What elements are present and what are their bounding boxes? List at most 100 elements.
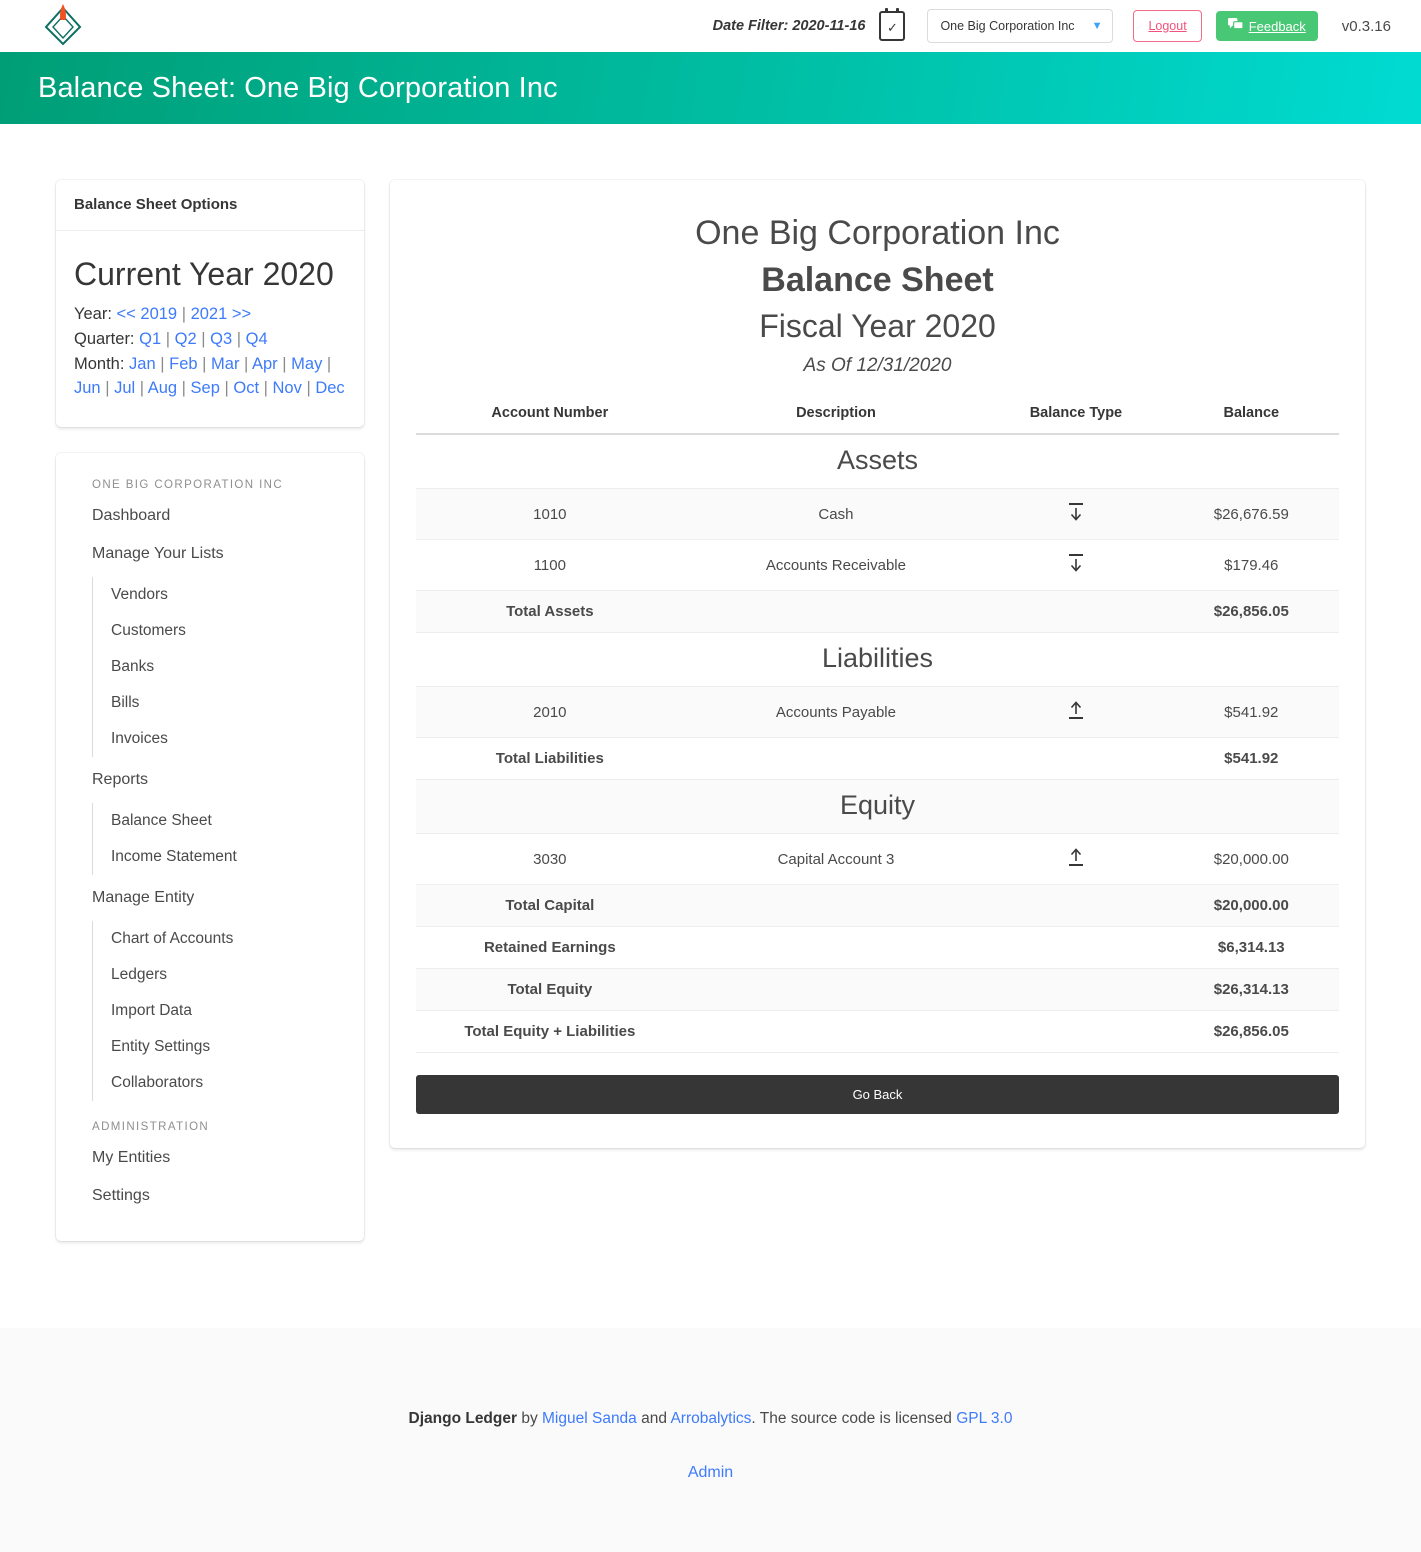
sidebar-submenu-lists: Vendors Customers Banks Bills Invoices	[92, 577, 346, 758]
sidebar-admin-item-wrap: Settings	[74, 1177, 346, 1215]
column-header-account-number: Account Number	[416, 399, 684, 435]
year-row: Year: << 2019 | 2021 >>	[74, 305, 252, 324]
go-back-button[interactable]: Go Back	[416, 1075, 1339, 1114]
column-header-description: Description	[683, 399, 989, 435]
report-fiscal-year: Fiscal Year 2020	[759, 308, 996, 344]
options-card-body: Current Year 2020 Year: << 2019 | 2021 >…	[56, 231, 364, 427]
column-header-balance: Balance	[1163, 399, 1339, 435]
current-year-title: Current Year 2020	[74, 256, 334, 292]
sidebar-subitem-wrap: Income Statement	[93, 839, 346, 875]
date-filter-label: Date Filter: 2020-11-16	[712, 18, 866, 34]
sidebar: Balance Sheet Options Current Year 2020 …	[56, 180, 364, 1242]
month-link-may[interactable]: May	[291, 355, 322, 373]
table-row: 3030 Capital Account 3 $20,000.00	[416, 833, 1339, 885]
month-link-dec[interactable]: Dec	[315, 379, 344, 397]
quarter-link-q3[interactable]: Q3	[210, 330, 232, 348]
month-separator: |	[177, 379, 191, 398]
options-card-header: Balance Sheet Options	[56, 180, 364, 231]
cell-empty	[683, 926, 989, 969]
year-link-next[interactable]: 2021 >>	[191, 305, 252, 323]
logout-button[interactable]: Logout	[1133, 10, 1202, 42]
sidebar-item-chart-of-accounts[interactable]: Chart of Accounts	[93, 921, 346, 957]
sidebar-item-balance-sheet[interactable]: Balance Sheet	[93, 803, 346, 839]
cell-balance: $26,676.59	[1163, 488, 1339, 540]
month-link-mar[interactable]: Mar	[211, 355, 239, 373]
quarter-row: Quarter: Q1 | Q2 | Q3 | Q4	[74, 329, 268, 348]
entity-select[interactable]: One Big Corporation Inc ▼	[927, 9, 1114, 43]
balance-sheet-inner: One Big Corporation Inc Balance Sheet Fi…	[390, 180, 1365, 1148]
page-body: Balance Sheet Options Current Year 2020 …	[0, 124, 1421, 1304]
total-row: Retained Earnings $6,314.13	[416, 926, 1339, 969]
sidebar-submenu-reports: Balance Sheet Income Statement	[92, 803, 346, 876]
footer-license-link[interactable]: GPL 3.0	[956, 1410, 1012, 1427]
sidebar-item-collaborators[interactable]: Collaborators	[93, 1065, 346, 1101]
month-row: Month: Jan | Feb | Mar | Apr | May | Jun…	[74, 352, 346, 402]
section-heading-label: Equity	[416, 779, 1339, 834]
cell-balance: $541.92	[1163, 686, 1339, 738]
month-link-feb[interactable]: Feb	[169, 355, 197, 373]
footer-by: by	[517, 1410, 543, 1427]
month-link-jun[interactable]: Jun	[74, 379, 101, 397]
month-label: Month:	[74, 354, 125, 373]
quarter-label: Quarter:	[74, 329, 135, 348]
month-link-jul[interactable]: Jul	[114, 379, 135, 397]
quarter-link-q2[interactable]: Q2	[175, 330, 197, 348]
report-company-name: One Big Corporation Inc	[695, 214, 1060, 252]
table-body: Assets 1010 Cash $26,676.59 1100 Accounts Rec…	[416, 434, 1339, 1053]
table-row: 1100 Accounts Receivable $179.46	[416, 539, 1339, 591]
quarter-link-q4[interactable]: Q4	[246, 330, 268, 348]
sidebar-item-income-statement[interactable]: Income Statement	[93, 839, 346, 875]
sidebar-item-banks[interactable]: Banks	[93, 649, 346, 685]
sidebar-item-manage-your-lists[interactable]: Manage Your Lists	[74, 535, 346, 573]
sidebar-item-manage-entity[interactable]: Manage Entity	[74, 879, 346, 917]
cell-empty	[988, 737, 1164, 780]
sidebar-item-vendors[interactable]: Vendors	[93, 577, 346, 613]
sidebar-item-my-entities[interactable]: My Entities	[74, 1139, 346, 1177]
report-title: Balance Sheet	[761, 261, 994, 299]
year-link-prev[interactable]: << 2019	[117, 305, 178, 323]
total-row: Total Equity $26,314.13	[416, 968, 1339, 1011]
month-separator: |	[277, 354, 292, 373]
cell-total-label: Total Equity	[416, 968, 684, 1011]
cell-description: Accounts Payable	[683, 686, 989, 738]
page-hero: Balance Sheet: One Big Corporation Inc	[0, 52, 1421, 124]
feedback-button[interactable]: Feedback	[1215, 11, 1318, 41]
cell-empty	[988, 926, 1164, 969]
calendar-check-icon[interactable]: ✓	[879, 8, 906, 41]
arrow-down-bar-debit-icon	[1066, 552, 1086, 574]
brand-logo-link[interactable]	[28, 0, 98, 52]
sidebar-item-customers[interactable]: Customers	[93, 613, 346, 649]
month-link-nov[interactable]: Nov	[273, 379, 302, 397]
cell-total-value: $26,314.13	[1163, 968, 1339, 1011]
month-separator: |	[259, 379, 273, 398]
month-link-oct[interactable]: Oct	[233, 379, 259, 397]
sidebar-item-import-data[interactable]: Import Data	[93, 993, 346, 1029]
month-separator: |	[100, 379, 115, 398]
footer-admin-link[interactable]: Admin	[688, 1464, 733, 1481]
arrow-down-bar-debit-icon	[1066, 501, 1086, 523]
cell-balance-type	[988, 488, 1164, 540]
sidebar-item-reports[interactable]: Reports	[74, 761, 346, 799]
sidebar-item-settings[interactable]: Settings	[74, 1177, 346, 1215]
sidebar-item-entity-settings[interactable]: Entity Settings	[93, 1029, 346, 1065]
sidebar-subitem-wrap: Entity Settings	[93, 1029, 346, 1065]
sidebar-item-dashboard[interactable]: Dashboard	[74, 497, 346, 535]
cell-total-label: Total Equity + Liabilities	[416, 1010, 684, 1053]
table-row: 2010 Accounts Payable $541.92	[416, 686, 1339, 738]
cell-total-label: Retained Earnings	[416, 926, 684, 969]
sidebar-item-invoices[interactable]: Invoices	[93, 721, 346, 757]
quarter-link-q1[interactable]: Q1	[139, 330, 161, 348]
cell-empty	[683, 1010, 989, 1053]
page-title: Balance Sheet: One Big Corporation Inc	[38, 71, 558, 104]
sidebar-item-ledgers[interactable]: Ledgers	[93, 957, 346, 993]
month-link-sep[interactable]: Sep	[191, 379, 220, 397]
footer-author-link[interactable]: Miguel Sanda	[542, 1410, 637, 1427]
month-link-jan[interactable]: Jan	[129, 355, 156, 373]
month-link-aug[interactable]: Aug	[148, 379, 177, 397]
sidebar-item-bills[interactable]: Bills	[93, 685, 346, 721]
cell-balance: $179.46	[1163, 539, 1339, 591]
total-row: Total Capital $20,000.00	[416, 884, 1339, 927]
month-link-apr[interactable]: Apr	[252, 355, 278, 373]
footer-org-link[interactable]: Arrobalytics	[670, 1410, 751, 1427]
footer-and: and	[636, 1410, 671, 1427]
